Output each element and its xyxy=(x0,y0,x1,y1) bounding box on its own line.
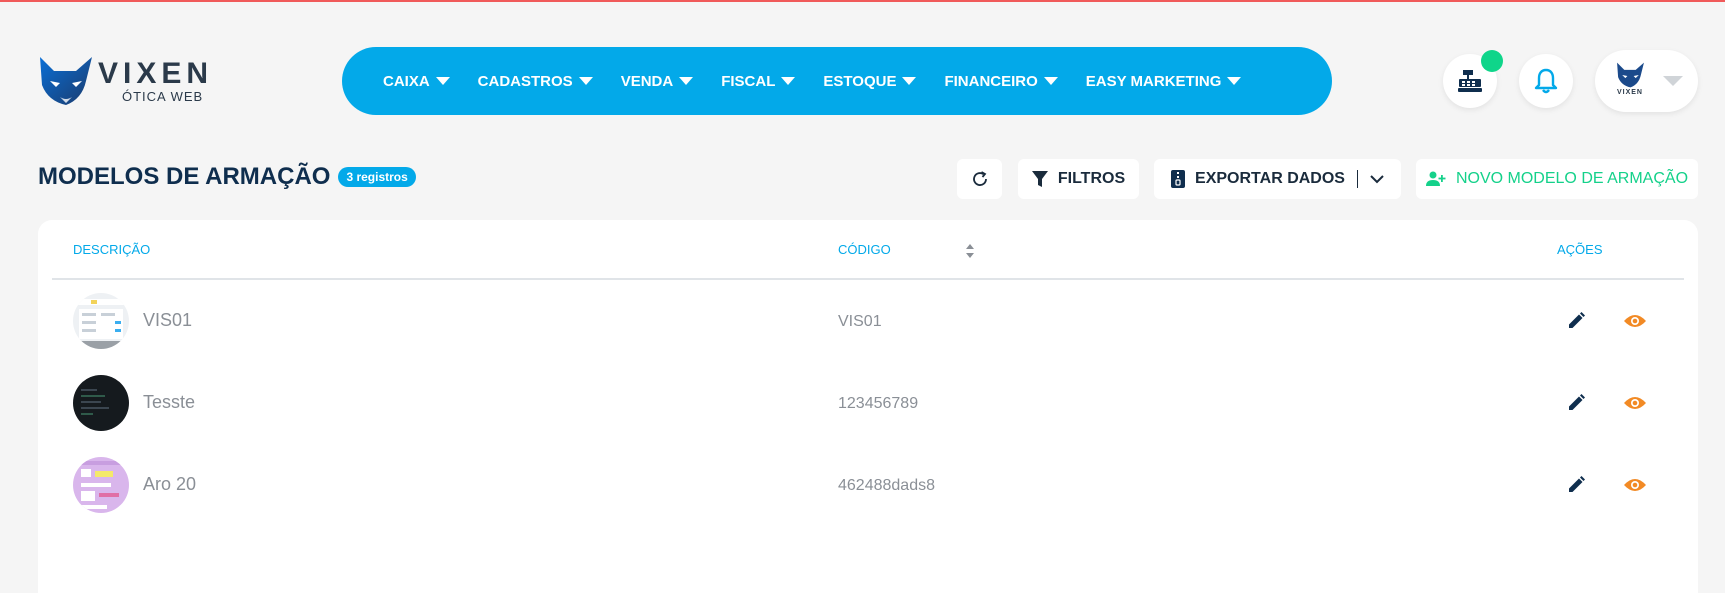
caret-down-icon xyxy=(1227,77,1242,85)
export-data-button[interactable]: EXPORTAR DADOS xyxy=(1154,159,1401,199)
row-code: 462488dads8 xyxy=(838,477,935,494)
eye-icon xyxy=(1624,397,1646,409)
nav-label: CAIXA xyxy=(383,72,430,90)
nav-item-easy-marketing[interactable]: EASY MARKETING xyxy=(1086,73,1242,90)
pencil-icon xyxy=(1569,312,1585,328)
pencil-icon xyxy=(1569,476,1585,492)
nav-item-estoque[interactable]: ESTOQUE xyxy=(823,72,917,90)
export-label: EXPORTAR DADOS xyxy=(1195,170,1345,187)
pencil-icon xyxy=(1569,394,1585,410)
edit-button[interactable] xyxy=(1564,473,1588,497)
frame-thumbnail xyxy=(73,457,129,513)
nav-item-caixa[interactable]: CAIXA xyxy=(383,73,450,90)
add-user-icon xyxy=(1425,171,1446,186)
filters-label: FILTROS xyxy=(1057,170,1126,187)
refresh-button[interactable] xyxy=(957,159,1002,199)
column-header-description[interactable]: DESCRIÇÃO xyxy=(73,242,150,257)
table-row: Tesste 123456789 xyxy=(52,362,1684,444)
row-description: Tesste xyxy=(143,392,196,412)
frame-thumbnail xyxy=(73,375,129,431)
frame-models-table: DESCRIÇÃO CÓDIGO AÇÕES VIS01 VIS01 Tesst… xyxy=(38,220,1698,593)
caret-down-icon xyxy=(679,77,694,85)
eye-icon xyxy=(1624,479,1646,491)
table-row: VIS01 VIS01 xyxy=(52,280,1684,362)
row-code: 123456789 xyxy=(838,395,919,412)
brand-subtitle: ÓTICA WEB xyxy=(122,89,204,104)
caret-down-icon xyxy=(435,77,450,85)
filters-button[interactable]: FILTROS xyxy=(1018,159,1139,199)
refresh-icon xyxy=(972,171,987,186)
table-row: Aro 20 462488dads8 xyxy=(52,444,1684,526)
brand-name: VIXEN xyxy=(98,57,214,90)
online-status-dot xyxy=(1481,50,1503,72)
chevron-down-icon xyxy=(1663,76,1683,86)
divider xyxy=(1356,170,1358,188)
eye-icon xyxy=(1624,315,1646,327)
page-title: MODELOS DE ARMAÇÃO xyxy=(38,163,331,190)
view-button[interactable] xyxy=(1623,309,1647,333)
notifications-button[interactable] xyxy=(1519,54,1573,108)
fox-logo-icon xyxy=(40,57,92,105)
nav-item-venda[interactable]: VENDA xyxy=(621,73,694,90)
filter-icon xyxy=(1031,171,1048,187)
chevron-down-icon[interactable] xyxy=(1370,174,1384,184)
new-frame-model-button[interactable]: NOVO MODELO DE ARMAÇÃO xyxy=(1416,159,1698,199)
view-button[interactable] xyxy=(1623,391,1647,415)
bell-icon xyxy=(1534,68,1558,94)
main-nav: CAIXA CADASTROS VENDA FISCAL ESTOQUE FIN… xyxy=(342,47,1332,115)
edit-button[interactable] xyxy=(1564,309,1588,333)
row-code: VIS01 xyxy=(838,313,882,330)
caret-down-icon xyxy=(1043,77,1058,85)
brand-logo[interactable]: VIXEN ÓTICA WEB xyxy=(36,53,236,109)
row-description: Aro 20 xyxy=(143,474,197,494)
nav-item-cadastros[interactable]: CADASTROS xyxy=(478,73,593,90)
caret-down-icon xyxy=(781,77,796,85)
profile-menu-button[interactable]: VIXEN xyxy=(1595,50,1698,112)
nav-label: EASY MARKETING xyxy=(1085,72,1222,90)
nav-label: ESTOQUE xyxy=(823,72,897,90)
avatar: VIXEN xyxy=(1611,61,1649,101)
frame-thumbnail xyxy=(73,293,129,349)
cash-register-icon xyxy=(1458,70,1482,92)
nav-label: FISCAL xyxy=(721,72,776,90)
nav-item-financeiro[interactable]: FINANCEIRO xyxy=(944,72,1058,90)
nav-label: FINANCEIRO xyxy=(944,72,1038,90)
edit-button[interactable] xyxy=(1564,391,1588,415)
caret-down-icon xyxy=(578,77,593,85)
new-frame-model-label: NOVO MODELO DE ARMAÇÃO xyxy=(1455,170,1689,187)
nav-label: VENDA xyxy=(620,72,674,90)
profile-logo-text: VIXEN xyxy=(1616,89,1643,96)
table-header: DESCRIÇÃO CÓDIGO AÇÕES xyxy=(52,220,1684,280)
caret-down-icon xyxy=(902,77,917,85)
record-count-badge: 3 registros xyxy=(338,167,416,187)
column-header-code[interactable]: CÓDIGO xyxy=(838,242,891,257)
page-title-wrap: MODELOS DE ARMAÇÃO 3 registros xyxy=(38,163,416,191)
column-header-actions: AÇÕES xyxy=(1557,242,1603,257)
fox-logo-icon xyxy=(1617,62,1644,88)
zip-file-icon xyxy=(1171,170,1186,188)
view-button[interactable] xyxy=(1623,473,1647,497)
nav-item-fiscal[interactable]: FISCAL xyxy=(721,72,796,90)
row-description: VIS01 xyxy=(143,310,193,330)
nav-label: CADASTROS xyxy=(477,72,573,90)
sort-icon[interactable] xyxy=(965,243,975,259)
